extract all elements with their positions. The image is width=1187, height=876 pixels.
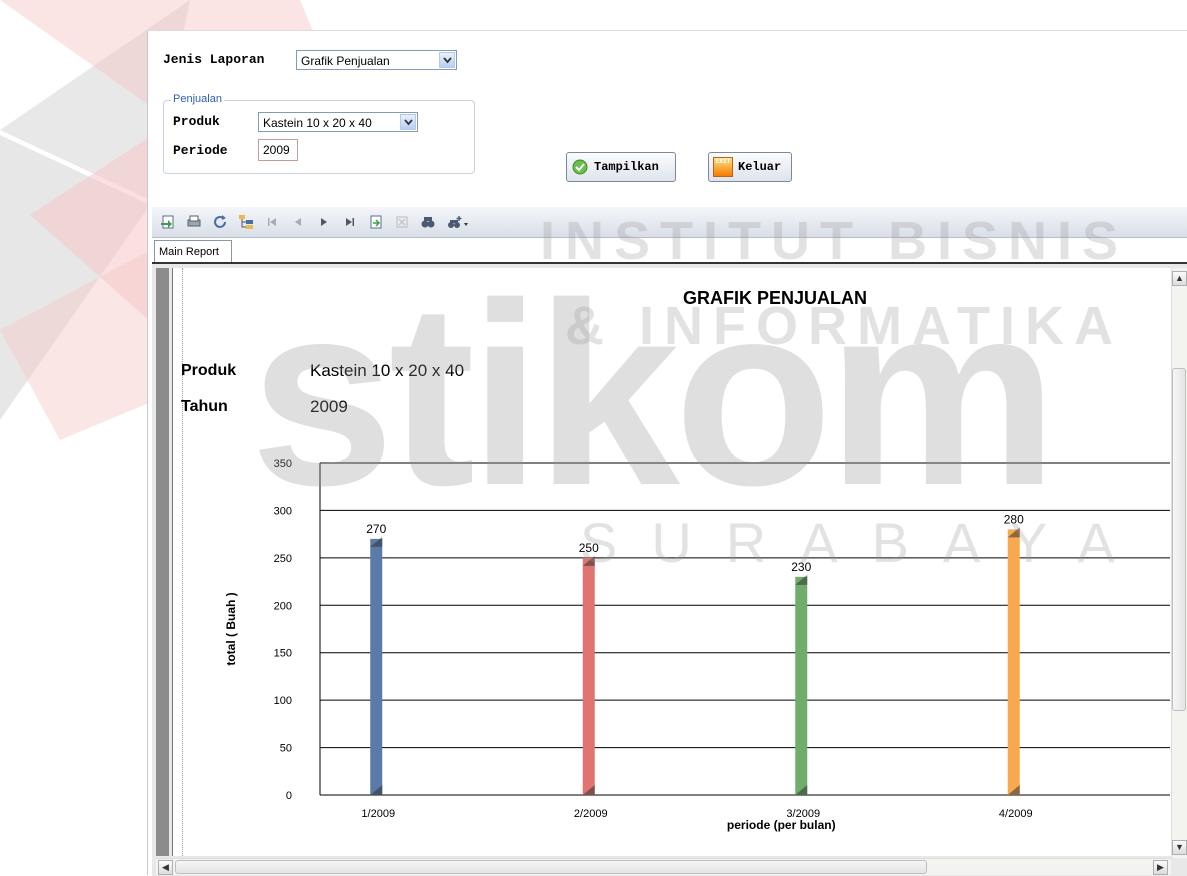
periode-input[interactable]: 2009 bbox=[258, 139, 298, 161]
jenis-laporan-select[interactable]: Grafik Penjualan bbox=[296, 50, 457, 70]
tab-main-report[interactable]: Main Report bbox=[154, 240, 232, 262]
report-produk-value: Kastein 10 x 20 x 40 bbox=[310, 361, 465, 380]
goto-page-icon[interactable] bbox=[368, 214, 384, 230]
chevron-down-icon[interactable] bbox=[439, 52, 455, 68]
export-icon[interactable] bbox=[160, 214, 176, 230]
previous-page-icon[interactable] bbox=[290, 214, 306, 230]
scroll-left-icon[interactable]: ◀ bbox=[158, 860, 173, 875]
x-tick-label: 1/2009 bbox=[361, 808, 395, 820]
keluar-button[interactable]: EXIT Keluar bbox=[708, 152, 792, 182]
data-label: 250 bbox=[579, 541, 599, 555]
bar bbox=[582, 557, 595, 795]
x-tick-label: 4/2009 bbox=[999, 808, 1033, 820]
report-title: GRAFIK PENJUALAN bbox=[682, 288, 867, 308]
group-tree-icon[interactable] bbox=[238, 214, 254, 230]
scroll-down-icon[interactable]: ▼ bbox=[1172, 840, 1187, 855]
report-tahun-value: 2009 bbox=[310, 397, 348, 416]
y-tick-label: 100 bbox=[274, 695, 292, 707]
x-tick-label: 2/2009 bbox=[574, 808, 608, 820]
search-icon[interactable] bbox=[420, 214, 436, 230]
y-tick-label: 150 bbox=[274, 648, 292, 660]
check-icon bbox=[572, 159, 588, 175]
periode-label: Periode bbox=[173, 143, 228, 158]
jenis-laporan-label: Jenis Laporan bbox=[163, 52, 265, 67]
refresh-icon[interactable] bbox=[212, 214, 228, 230]
bar bbox=[795, 576, 808, 795]
scroll-right-icon[interactable]: ▶ bbox=[1153, 860, 1168, 875]
keluar-label: Keluar bbox=[738, 160, 782, 174]
exit-icon: EXIT bbox=[713, 157, 733, 177]
y-tick-label: 200 bbox=[274, 600, 292, 612]
print-icon[interactable] bbox=[186, 214, 202, 230]
penjualan-group-legend: Penjualan bbox=[171, 93, 224, 105]
report-toolbar bbox=[152, 207, 1187, 238]
zoom-icon[interactable] bbox=[446, 214, 470, 230]
horizontal-scroll-thumb[interactable] bbox=[175, 860, 927, 874]
last-page-icon[interactable] bbox=[342, 214, 358, 230]
x-axis-label: periode (per bulan) bbox=[727, 818, 836, 832]
scroll-up-icon[interactable]: ▲ bbox=[1172, 271, 1187, 286]
first-page-icon[interactable] bbox=[264, 214, 280, 230]
produk-label: Produk bbox=[173, 114, 220, 129]
next-page-icon[interactable] bbox=[316, 214, 332, 230]
produk-value: Kastein 10 x 20 x 40 bbox=[263, 116, 372, 130]
bar bbox=[1007, 529, 1020, 795]
y-tick-label: 250 bbox=[274, 553, 292, 565]
y-tick-label: 350 bbox=[274, 458, 292, 470]
tab-main-report-label: Main Report bbox=[159, 246, 219, 258]
y-tick-label: 0 bbox=[286, 790, 292, 802]
sales-chart: 0 50 100 150 200 250 300 350 270 1/2009 250 2/2009 2… bbox=[224, 458, 1170, 832]
bar bbox=[370, 538, 383, 795]
stop-icon[interactable] bbox=[394, 214, 410, 230]
jenis-laporan-value: Grafik Penjualan bbox=[301, 54, 390, 68]
exit-icon-label: EXIT bbox=[715, 158, 731, 165]
data-label: 270 bbox=[366, 522, 386, 536]
tampilkan-button[interactable]: Tampilkan bbox=[566, 152, 676, 182]
tampilkan-label: Tampilkan bbox=[594, 160, 659, 174]
vertical-scroll-thumb[interactable] bbox=[1172, 368, 1186, 711]
report-tahun-label: Tahun bbox=[181, 398, 228, 415]
page-margin-bar bbox=[156, 268, 169, 856]
y-tick-label: 300 bbox=[274, 505, 292, 517]
data-label: 230 bbox=[791, 560, 811, 574]
y-axis-label: total ( Buah ) bbox=[224, 592, 238, 665]
data-label: 280 bbox=[1004, 512, 1024, 526]
report-produk-label: Produk bbox=[181, 362, 237, 379]
produk-select[interactable]: Kastein 10 x 20 x 40 bbox=[258, 112, 418, 132]
periode-value: 2009 bbox=[263, 143, 290, 157]
chevron-down-icon[interactable] bbox=[400, 114, 416, 130]
y-tick-label: 50 bbox=[280, 743, 292, 755]
